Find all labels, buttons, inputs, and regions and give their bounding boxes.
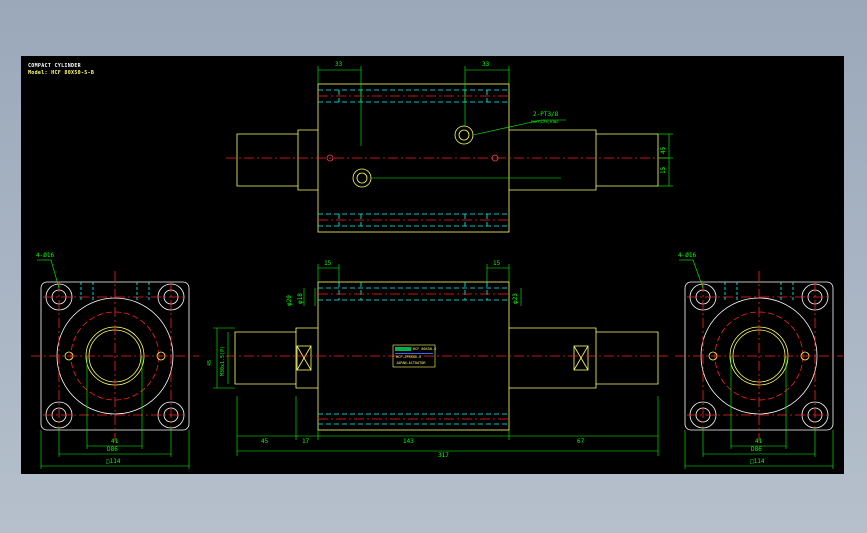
left-flange-dim-d86: D86: [107, 446, 118, 453]
right-flange-dim-114: □114: [750, 458, 765, 465]
front-view: [213, 264, 671, 456]
nameplate-line1: HCF 80X50-S: [413, 347, 437, 351]
front-dim-v-left-a: φ20: [286, 295, 293, 306]
front-dim-17: 17: [302, 438, 310, 445]
front-dim-143: 143: [403, 438, 414, 445]
front-dim-45: 45: [261, 438, 269, 445]
drawing-title: COMPACT CYLINDER: [28, 63, 81, 69]
nameplate-line2: HCF-JPXXXX-X: [396, 355, 422, 359]
top-view: [226, 66, 673, 233]
port-sub-note: PORT(DPH)RING: [531, 120, 559, 124]
left-flange-dim-41: 41: [111, 438, 119, 445]
top-dim-r2: 15: [660, 166, 667, 174]
top-dim-left: 33: [335, 61, 343, 68]
nameplate-line3: JAPAN-ACTUATOR: [396, 361, 426, 365]
left-flange-holes: 4-Ø16: [36, 252, 55, 259]
front-dim-top-right: 15: [493, 260, 501, 267]
top-dim-right: 33: [482, 61, 490, 68]
cad-drawing-canvas[interactable]: COMPACT CYLINDER Model: HCF 80X50-S-B 33…: [21, 56, 844, 474]
drawing-model: Model: HCF 80X50-S-B: [28, 70, 95, 76]
right-flange-dim-d86: D86: [751, 446, 762, 453]
front-dim-67: 67: [577, 438, 585, 445]
left-flange-dim-114: □114: [106, 458, 121, 465]
top-dim-r1: 45: [660, 146, 667, 154]
cad-drawing: [31, 66, 843, 469]
front-dim-v-left-b: φ18: [297, 293, 304, 304]
port-note: 2-PT3/8: [533, 111, 559, 118]
right-flange-holes: 4-Ø16: [678, 252, 697, 259]
front-dim-top-left: 15: [324, 260, 332, 267]
front-dim-v-right: φ23: [512, 293, 519, 304]
right-flange-dim-41: 41: [755, 438, 763, 445]
front-dim-317: 317: [438, 452, 449, 459]
front-dim-rod: 45: [207, 359, 213, 366]
front-dim-thread: M30x1.5(P): [220, 345, 226, 376]
